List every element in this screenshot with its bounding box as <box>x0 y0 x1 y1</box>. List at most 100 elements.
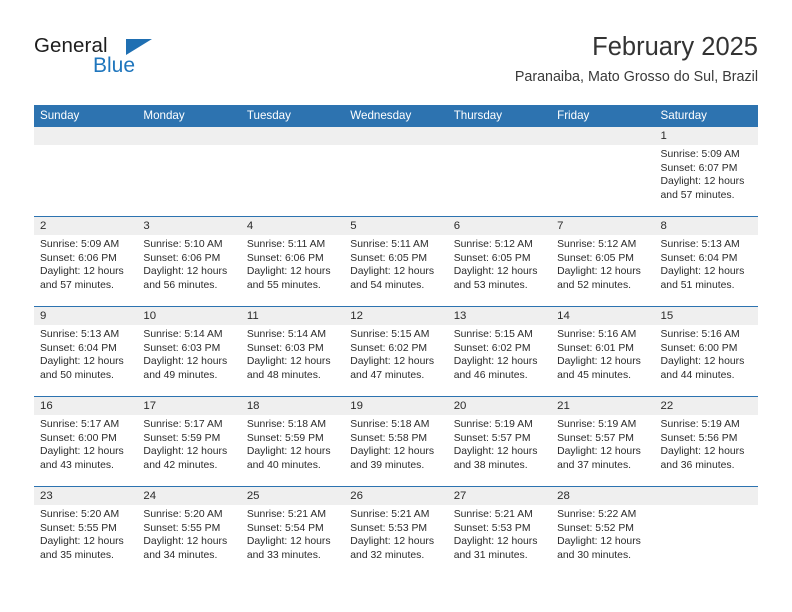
daylight-line: Daylight: 12 hours and 50 minutes. <box>40 356 124 381</box>
daylight-line: Daylight: 12 hours and 47 minutes. <box>350 356 435 381</box>
day-sun-info: Sunrise: 5:19 AM Sunset: 5:57 PM Daylight:… <box>448 415 551 472</box>
day-number <box>447 127 552 145</box>
day-number: 18 <box>240 397 345 415</box>
calendar-day-cell[interactable]: 20 Sunrise: 5:19 AM Sunset: 5:57 PM Dayligh… <box>447 396 552 487</box>
calendar-day-cell[interactable]: 21 Sunrise: 5:19 AM Sunset: 5:57 PM Dayligh… <box>551 396 655 487</box>
sunrise-line: Sunrise: 5:20 AM <box>143 509 223 520</box>
sunset-line: Sunset: 6:00 PM <box>660 342 738 354</box>
calendar-day-cell[interactable]: 19 Sunrise: 5:18 AM Sunset: 5:58 PM Dayligh… <box>344 396 448 487</box>
sunrise-line: Sunrise: 5:16 AM <box>557 329 637 340</box>
day-number: 13 <box>447 307 552 325</box>
weekday-header-wednesday: Wednesday <box>344 105 448 127</box>
sunrise-line: Sunrise: 5:11 AM <box>246 239 326 250</box>
day-number: 20 <box>447 397 552 415</box>
sunset-line: Sunset: 6:05 PM <box>453 252 531 264</box>
sunset-line: Sunset: 6:01 PM <box>557 342 634 354</box>
sunrise-line: Sunrise: 5:15 AM <box>453 329 533 340</box>
sunrise-line: Sunrise: 5:21 AM <box>453 509 533 520</box>
calendar-table: Sunday Monday Tuesday Wednesday Thursday… <box>34 105 758 577</box>
sunrise-line: Sunrise: 5:15 AM <box>350 329 430 340</box>
day-number: 4 <box>240 217 345 235</box>
calendar-day-cell[interactable]: 25 Sunrise: 5:21 AM Sunset: 5:54 PM Dayligh… <box>240 486 345 577</box>
day-sun-info: Sunrise: 5:10 AM Sunset: 6:06 PM Daylight:… <box>137 235 240 292</box>
daylight-line: Daylight: 12 hours and 30 minutes. <box>557 536 641 561</box>
sunrise-line: Sunrise: 5:18 AM <box>246 419 326 430</box>
day-sun-info: Sunrise: 5:09 AM Sunset: 6:06 PM Daylight:… <box>34 235 137 292</box>
day-number <box>551 127 655 145</box>
calendar-day-cell[interactable]: 13 Sunrise: 5:15 AM Sunset: 6:02 PM Dayligh… <box>447 306 552 397</box>
calendar-day-cell[interactable]: 1 Sunrise: 5:09 AM Sunset: 6:07 PM Daylight… <box>654 126 758 217</box>
day-number <box>240 127 345 145</box>
sunset-line: Sunset: 5:57 PM <box>557 432 634 444</box>
brand-logo[interactable]: General Blue <box>34 34 264 90</box>
sunset-line: Sunset: 5:54 PM <box>246 522 324 534</box>
calendar-day-cell[interactable]: 12 Sunrise: 5:15 AM Sunset: 6:02 PM Dayligh… <box>344 306 448 397</box>
calendar-day-cell[interactable]: 18 Sunrise: 5:18 AM Sunset: 5:59 PM Dayligh… <box>240 396 345 487</box>
sunrise-line: Sunrise: 5:12 AM <box>453 239 533 250</box>
calendar-day-cell[interactable]: 14 Sunrise: 5:16 AM Sunset: 6:01 PM Dayligh… <box>551 306 655 397</box>
day-number: 24 <box>137 487 241 505</box>
day-sun-info: Sunrise: 5:13 AM Sunset: 6:04 PM Daylight:… <box>34 325 137 382</box>
day-sun-info: Sunrise: 5:16 AM Sunset: 6:01 PM Daylight:… <box>551 325 654 382</box>
calendar-day-cell[interactable]: 7 Sunrise: 5:12 AM Sunset: 6:05 PM Daylight… <box>551 216 655 307</box>
weekday-header-thursday: Thursday <box>447 105 552 127</box>
sunset-line: Sunset: 5:56 PM <box>660 432 738 444</box>
daylight-line: Daylight: 12 hours and 54 minutes. <box>350 266 435 291</box>
calendar-empty-cell <box>551 126 655 217</box>
sunset-line: Sunset: 5:55 PM <box>143 522 221 534</box>
day-sun-info <box>551 145 654 148</box>
calendar-day-cell[interactable]: 3 Sunrise: 5:10 AM Sunset: 6:06 PM Daylight… <box>137 216 241 307</box>
daylight-line: Daylight: 12 hours and 57 minutes. <box>40 266 124 291</box>
daylight-line: Daylight: 12 hours and 37 minutes. <box>557 446 641 471</box>
calendar-day-cell[interactable]: 28 Sunrise: 5:22 AM Sunset: 5:52 PM Dayligh… <box>551 486 655 577</box>
calendar-day-cell[interactable]: 26 Sunrise: 5:21 AM Sunset: 5:53 PM Dayligh… <box>344 486 448 577</box>
triangle-icon <box>126 39 152 55</box>
calendar-day-cell[interactable]: 16 Sunrise: 5:17 AM Sunset: 6:00 PM Dayligh… <box>34 396 138 487</box>
calendar-day-cell[interactable]: 4 Sunrise: 5:11 AM Sunset: 6:06 PM Daylight… <box>240 216 345 307</box>
calendar-day-cell[interactable]: 5 Sunrise: 5:11 AM Sunset: 6:05 PM Daylight… <box>344 216 448 307</box>
daylight-line: Daylight: 12 hours and 36 minutes. <box>660 446 745 471</box>
sunrise-line: Sunrise: 5:14 AM <box>246 329 326 340</box>
calendar-day-cell[interactable]: 6 Sunrise: 5:12 AM Sunset: 6:05 PM Daylight… <box>447 216 552 307</box>
sunset-line: Sunset: 6:02 PM <box>453 342 531 354</box>
calendar-empty-cell <box>344 126 448 217</box>
sunset-line: Sunset: 6:06 PM <box>246 252 324 264</box>
page-header: General Blue February 2025 Paranaiba, Ma… <box>34 30 758 102</box>
day-sun-info: Sunrise: 5:16 AM Sunset: 6:00 PM Daylight:… <box>655 325 758 382</box>
sunrise-line: Sunrise: 5:22 AM <box>557 509 637 520</box>
calendar-empty-cell <box>240 126 345 217</box>
calendar-day-cell[interactable]: 22 Sunrise: 5:19 AM Sunset: 5:56 PM Dayligh… <box>654 396 758 487</box>
sunrise-line: Sunrise: 5:21 AM <box>246 509 326 520</box>
day-sun-info: Sunrise: 5:18 AM Sunset: 5:58 PM Daylight:… <box>344 415 447 472</box>
calendar-day-cell[interactable]: 27 Sunrise: 5:21 AM Sunset: 5:53 PM Dayligh… <box>447 486 552 577</box>
sunset-line: Sunset: 5:58 PM <box>350 432 428 444</box>
daylight-line: Daylight: 12 hours and 39 minutes. <box>350 446 435 471</box>
calendar-day-cell[interactable]: 2 Sunrise: 5:09 AM Sunset: 6:06 PM Daylight… <box>34 216 138 307</box>
day-number <box>34 127 138 145</box>
calendar-day-cell[interactable]: 10 Sunrise: 5:14 AM Sunset: 6:03 PM Dayligh… <box>137 306 241 397</box>
daylight-line: Daylight: 12 hours and 31 minutes. <box>453 536 538 561</box>
daylight-line: Daylight: 12 hours and 44 minutes. <box>660 356 745 381</box>
calendar-day-cell[interactable]: 24 Sunrise: 5:20 AM Sunset: 5:55 PM Dayligh… <box>137 486 241 577</box>
day-number: 21 <box>551 397 655 415</box>
calendar-day-cell[interactable]: 9 Sunrise: 5:13 AM Sunset: 6:04 PM Daylight… <box>34 306 138 397</box>
day-number: 12 <box>344 307 448 325</box>
calendar-day-cell[interactable]: 8 Sunrise: 5:13 AM Sunset: 6:04 PM Daylight… <box>654 216 758 307</box>
sunrise-line: Sunrise: 5:21 AM <box>350 509 430 520</box>
day-number: 1 <box>654 127 758 145</box>
day-number: 15 <box>654 307 758 325</box>
day-sun-info: Sunrise: 5:09 AM Sunset: 6:07 PM Daylight:… <box>655 145 758 202</box>
day-sun-info: Sunrise: 5:21 AM Sunset: 5:53 PM Daylight:… <box>448 505 551 562</box>
day-sun-info: Sunrise: 5:11 AM Sunset: 6:05 PM Daylight:… <box>344 235 447 292</box>
calendar-week-row: 9 Sunrise: 5:13 AM Sunset: 6:04 PM Daylight… <box>34 306 758 397</box>
weekday-header-monday: Monday <box>137 105 241 127</box>
calendar-week-row: 1 Sunrise: 5:09 AM Sunset: 6:07 PM Daylight… <box>34 126 758 217</box>
sunset-line: Sunset: 6:06 PM <box>40 252 117 264</box>
calendar-day-cell[interactable]: 17 Sunrise: 5:17 AM Sunset: 5:59 PM Dayligh… <box>137 396 241 487</box>
sunrise-line: Sunrise: 5:20 AM <box>40 509 120 520</box>
day-number: 7 <box>551 217 655 235</box>
calendar-day-cell[interactable]: 15 Sunrise: 5:16 AM Sunset: 6:00 PM Dayligh… <box>654 306 758 397</box>
day-sun-info <box>448 145 551 148</box>
calendar-day-cell[interactable]: 23 Sunrise: 5:20 AM Sunset: 5:55 PM Dayligh… <box>34 486 138 577</box>
calendar-day-cell[interactable]: 11 Sunrise: 5:14 AM Sunset: 6:03 PM Dayligh… <box>240 306 345 397</box>
